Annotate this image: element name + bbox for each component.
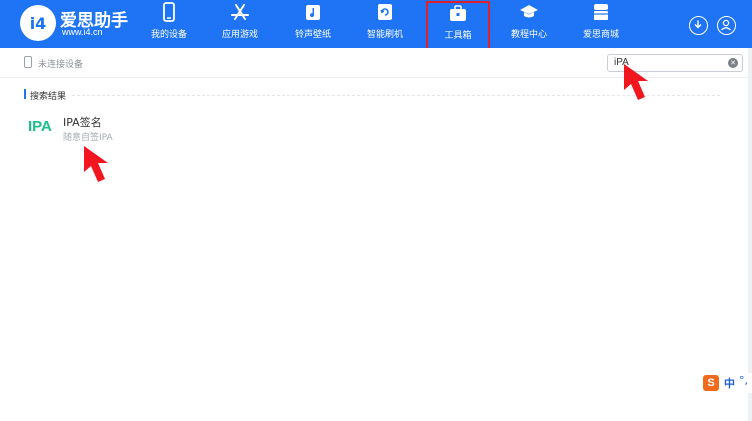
user-icon xyxy=(721,19,731,31)
app-store-icon xyxy=(231,4,249,20)
download-button[interactable] xyxy=(689,16,708,35)
device-status-text: 未连接设备 xyxy=(38,60,84,70)
window-edge xyxy=(748,48,752,421)
nav-label: 我的设备 xyxy=(150,30,187,40)
nav-toolbox[interactable]: 工具箱 xyxy=(426,1,490,52)
nav-ringtones-wallpapers[interactable]: 铃声壁纸 xyxy=(278,0,348,48)
sogou-logo-icon: S xyxy=(703,375,719,391)
result-title[interactable]: IPA签名 xyxy=(63,114,102,130)
phone-icon xyxy=(163,2,175,22)
toolbox-icon xyxy=(450,5,466,21)
download-icon xyxy=(694,20,702,29)
ime-punctuation[interactable]: °, xyxy=(739,374,748,387)
annotation-arrow-search xyxy=(624,64,648,100)
graduation-cap-icon xyxy=(520,5,538,18)
nav-tutorials[interactable]: 教程中心 xyxy=(494,0,564,48)
ime-toolbar[interactable]: S 中 °, xyxy=(699,373,752,393)
section-marker xyxy=(24,89,26,99)
ipa-icon[interactable]: IPA xyxy=(28,118,52,135)
i4-logo-icon: i4 xyxy=(20,5,56,41)
nav-label: 铃声壁纸 xyxy=(294,30,331,40)
flash-icon xyxy=(378,4,392,20)
nav-label: 智能刷机 xyxy=(366,30,403,40)
user-account-button[interactable] xyxy=(717,16,736,35)
nav-label: 爱思商城 xyxy=(582,30,619,40)
nav-store[interactable]: 爱思商城 xyxy=(566,0,636,48)
annotation-arrow-result xyxy=(84,146,108,182)
nav-label: 应用游戏 xyxy=(221,30,258,40)
ime-mode[interactable]: 中 xyxy=(724,375,735,391)
result-subtitle: 随意自签IPA xyxy=(63,133,113,143)
app-url: www.i4.cn xyxy=(62,27,103,37)
music-wallpaper-icon xyxy=(306,5,320,20)
nav-apps-games[interactable]: 应用游戏 xyxy=(205,0,275,48)
nav-my-device[interactable]: 我的设备 xyxy=(134,0,204,48)
device-phone-icon xyxy=(24,56,32,68)
clear-search-icon[interactable]: ✕ xyxy=(728,58,738,68)
nav-label: 教程中心 xyxy=(510,30,547,40)
search-results-title: 搜索结果 xyxy=(30,92,67,102)
nav-smart-flash[interactable]: 智能刷机 xyxy=(350,0,420,48)
top-nav-bar: i4 爱思助手 www.i4.cn 我的设备 应用游戏 铃声壁纸 智能刷机 工具… xyxy=(0,0,752,52)
store-icon xyxy=(594,4,608,20)
nav-label: 工具箱 xyxy=(444,31,472,41)
app-logo: i4 爱思助手 www.i4.cn xyxy=(20,5,128,43)
